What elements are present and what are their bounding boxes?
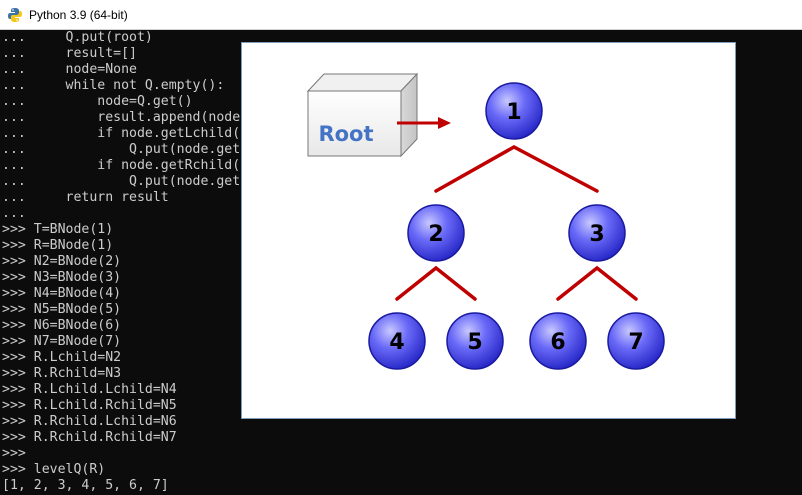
tree-node-6: 6 [529, 312, 587, 370]
node-label: 7 [628, 330, 643, 355]
binary-tree-diagram: Root 1 2 3 4 5 6 7 [241, 42, 736, 419]
python-icon [8, 7, 22, 22]
window-title: Python 3.9 (64-bit) [29, 7, 128, 22]
tree-node-4: 4 [368, 312, 426, 370]
tree-node-1: 1 [485, 82, 543, 140]
console-line: >>> levelQ(R) [2, 462, 106, 477]
branch-1 [434, 145, 599, 193]
tree-node-7: 7 [607, 312, 665, 370]
tree-node-3: 3 [568, 204, 626, 262]
root-label: Root [318, 122, 373, 146]
node-label: 1 [506, 100, 521, 125]
branch-3 [556, 265, 638, 301]
node-label: 5 [467, 330, 482, 355]
node-label: 6 [550, 330, 565, 355]
title-bar: Python 3.9 (64-bit) [0, 0, 802, 30]
console-line: [1, 2, 3, 4, 5, 6, 7] [2, 478, 169, 493]
console-line: >>> [2, 446, 26, 461]
node-label: 4 [389, 330, 404, 355]
root-box: Root [306, 72, 419, 158]
console-line: >>> R.Rchild.Rchild=N7 [2, 430, 177, 445]
node-label: 3 [589, 222, 604, 247]
tree-canvas: Root 1 2 3 4 5 6 7 [306, 72, 665, 370]
tree-node-5: 5 [446, 312, 504, 370]
node-label: 2 [428, 222, 443, 247]
branch-2 [395, 265, 477, 301]
tree-node-2: 2 [407, 204, 465, 262]
